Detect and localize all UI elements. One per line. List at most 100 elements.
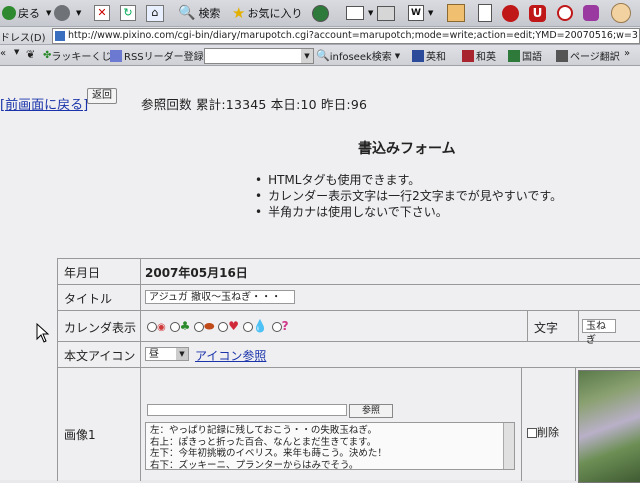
- title-row: タイトル アジュガ 撤収～玉ねぎ・・・: [58, 285, 640, 311]
- page-translate-link[interactable]: ページ翻訳: [556, 48, 620, 63]
- links-chevron[interactable]: «: [0, 48, 6, 59]
- text-label: 文字: [534, 321, 559, 335]
- stop-button[interactable]: ✕: [94, 2, 110, 24]
- chevron-down-icon: ▼: [301, 49, 313, 63]
- alert-icon: [557, 5, 573, 21]
- icon-reference-link[interactable]: アイコン参照: [195, 347, 266, 364]
- chevron-right-icon: »: [624, 48, 631, 59]
- home-button[interactable]: ⌂: [146, 2, 164, 24]
- character-icon: [611, 3, 631, 23]
- textarea-scrollbar[interactable]: [503, 423, 514, 469]
- return-button[interactable]: 返回: [87, 88, 117, 104]
- address-input[interactable]: http://www.pixino.com/cgi-bin/diary/maru…: [52, 28, 640, 44]
- dictionary-icon: [508, 49, 520, 62]
- body-icon-select[interactable]: 昼 ▼: [145, 347, 189, 361]
- back-to-previous-link[interactable]: [前画面に戻る]: [0, 94, 88, 113]
- image-file-input[interactable]: [147, 404, 347, 416]
- printer-icon: [377, 5, 395, 21]
- date-value: 2007年05月16日: [145, 266, 248, 280]
- links-more[interactable]: »: [624, 48, 630, 59]
- sprout-icon: ♣: [179, 319, 191, 333]
- comment-textarea[interactable]: 左：やっぱり記録に残しておこう・・の失敗玉ねぎ。 右上：ぽきっと折った百合、なん…: [145, 422, 515, 471]
- forward-button[interactable]: ▼: [54, 2, 81, 24]
- rss-register-link[interactable]: RSSリーダー登録: [110, 48, 204, 63]
- body-icon-label: 本文アイコン: [64, 349, 136, 363]
- home-icon: ⌂: [146, 4, 164, 22]
- translate-icon: [556, 49, 568, 62]
- infoseek-search-button[interactable]: 🔍 infoseek検索 ▼: [316, 48, 400, 63]
- butterfly-icon: ❦: [26, 48, 36, 61]
- character-button[interactable]: [611, 2, 631, 24]
- browse-button[interactable]: 参照: [349, 404, 393, 418]
- lucky-link[interactable]: ✤ ラッキーくじ: [43, 48, 111, 63]
- messenger-icon: [478, 4, 492, 22]
- note-item: 半角カナは使用しないで下さい。: [255, 204, 562, 220]
- title-input[interactable]: アジュガ 撤収～玉ねぎ・・・: [145, 290, 295, 304]
- chevron-down-icon: ▼: [76, 9, 82, 17]
- u-button[interactable]: U: [529, 2, 546, 24]
- note-item: カレンダー表示文字は一行2文字までが見やすいです。: [255, 188, 562, 204]
- alert-button[interactable]: [557, 2, 573, 24]
- extension-button[interactable]: [583, 2, 599, 24]
- date-row: 年月日 2007年05月16日: [58, 259, 640, 285]
- chevron-down-icon: ▼: [176, 348, 188, 360]
- edit-word-button[interactable]: W ▼: [408, 2, 433, 24]
- butterfly-button[interactable]: ❦: [26, 48, 35, 61]
- search-button[interactable]: 🔍 検索: [178, 2, 220, 24]
- calendar-radio[interactable]: [169, 321, 180, 332]
- hat-icon: ⬬: [204, 319, 215, 333]
- page-favicon-icon: [55, 30, 65, 41]
- stop-icon: ✕: [94, 5, 110, 21]
- dropdown-icon: ▼: [14, 48, 20, 56]
- back-button[interactable]: 戻る ▼: [2, 2, 51, 24]
- calendar-radio[interactable]: [271, 321, 282, 332]
- chevron-down-icon: ▼: [428, 9, 434, 17]
- messenger-button[interactable]: [478, 2, 492, 24]
- refresh-icon: ↻: [120, 5, 136, 21]
- question-icon: ?: [281, 319, 289, 333]
- drop-icon: 💧: [252, 319, 268, 333]
- calendar-radio[interactable]: [147, 321, 157, 332]
- flower-icon: ◉: [157, 322, 166, 333]
- apple-button[interactable]: [502, 2, 519, 24]
- search-icon: 🔍: [316, 49, 330, 62]
- search-select[interactable]: ▼: [204, 48, 314, 64]
- back-arrow-icon: [2, 6, 16, 20]
- forward-arrow-icon: [54, 5, 70, 21]
- waei-link[interactable]: 和英: [462, 48, 496, 63]
- chevron-down-icon: ▼: [46, 9, 52, 17]
- mail-button[interactable]: ▼: [346, 2, 373, 24]
- calendar-radio[interactable]: [242, 321, 253, 332]
- checkbox-icon[interactable]: [527, 428, 537, 438]
- star-icon: ★: [232, 4, 246, 22]
- calendar-radio[interactable]: [194, 321, 205, 332]
- toolbar-menu[interactable]: ▼: [14, 48, 19, 56]
- favorites-button[interactable]: ★ お気に入り: [232, 2, 302, 24]
- form-title: 書込みフォーム: [358, 141, 456, 157]
- image-thumbnail: [578, 370, 640, 483]
- refresh-button[interactable]: ↻: [120, 2, 136, 24]
- eiwa-link[interactable]: 英和: [412, 48, 446, 63]
- body-icon-row: 本文アイコン 昼 ▼ アイコン参照: [58, 342, 640, 368]
- extension-icon: [583, 5, 599, 21]
- print-button[interactable]: [377, 2, 395, 24]
- page-content: [前画面に戻る] 返回 参照回数 累計:13345 本日:10 昨日:96 書込…: [0, 66, 640, 483]
- kokugo-link[interactable]: 国語: [508, 48, 542, 63]
- apple-icon: [502, 4, 519, 22]
- calendar-radio[interactable]: [218, 321, 229, 332]
- calendar-text-input[interactable]: 玉ねぎ: [582, 319, 616, 346]
- calendar-icon-options: ◉ ♣ ⬬ ♥ 💧 ?: [147, 319, 289, 334]
- links-bar: « ▼ ❦ ✤ ラッキーくじ RSSリーダー登録 ▼ 🔍 infoseek検索 ▼ 英…: [0, 45, 640, 66]
- clover-icon: ✤: [43, 50, 52, 61]
- title-label: タイトル: [64, 292, 113, 306]
- main-toolbar: 戻る ▼ ▼ ✕ ↻ ⌂ 🔍 検索 ★ お気に入り ▼ W ▼ U: [0, 0, 640, 27]
- word-icon: W: [408, 5, 424, 21]
- date-label: 年月日: [64, 266, 101, 280]
- delete-option[interactable]: 削除: [527, 424, 559, 440]
- search-icon: 🔍: [178, 5, 196, 21]
- chevron-left-icon: «: [0, 48, 7, 59]
- notes-button[interactable]: [447, 2, 465, 24]
- u-logo-icon: U: [529, 4, 546, 22]
- image-label: 画像1: [64, 428, 96, 442]
- history-button[interactable]: [312, 2, 329, 24]
